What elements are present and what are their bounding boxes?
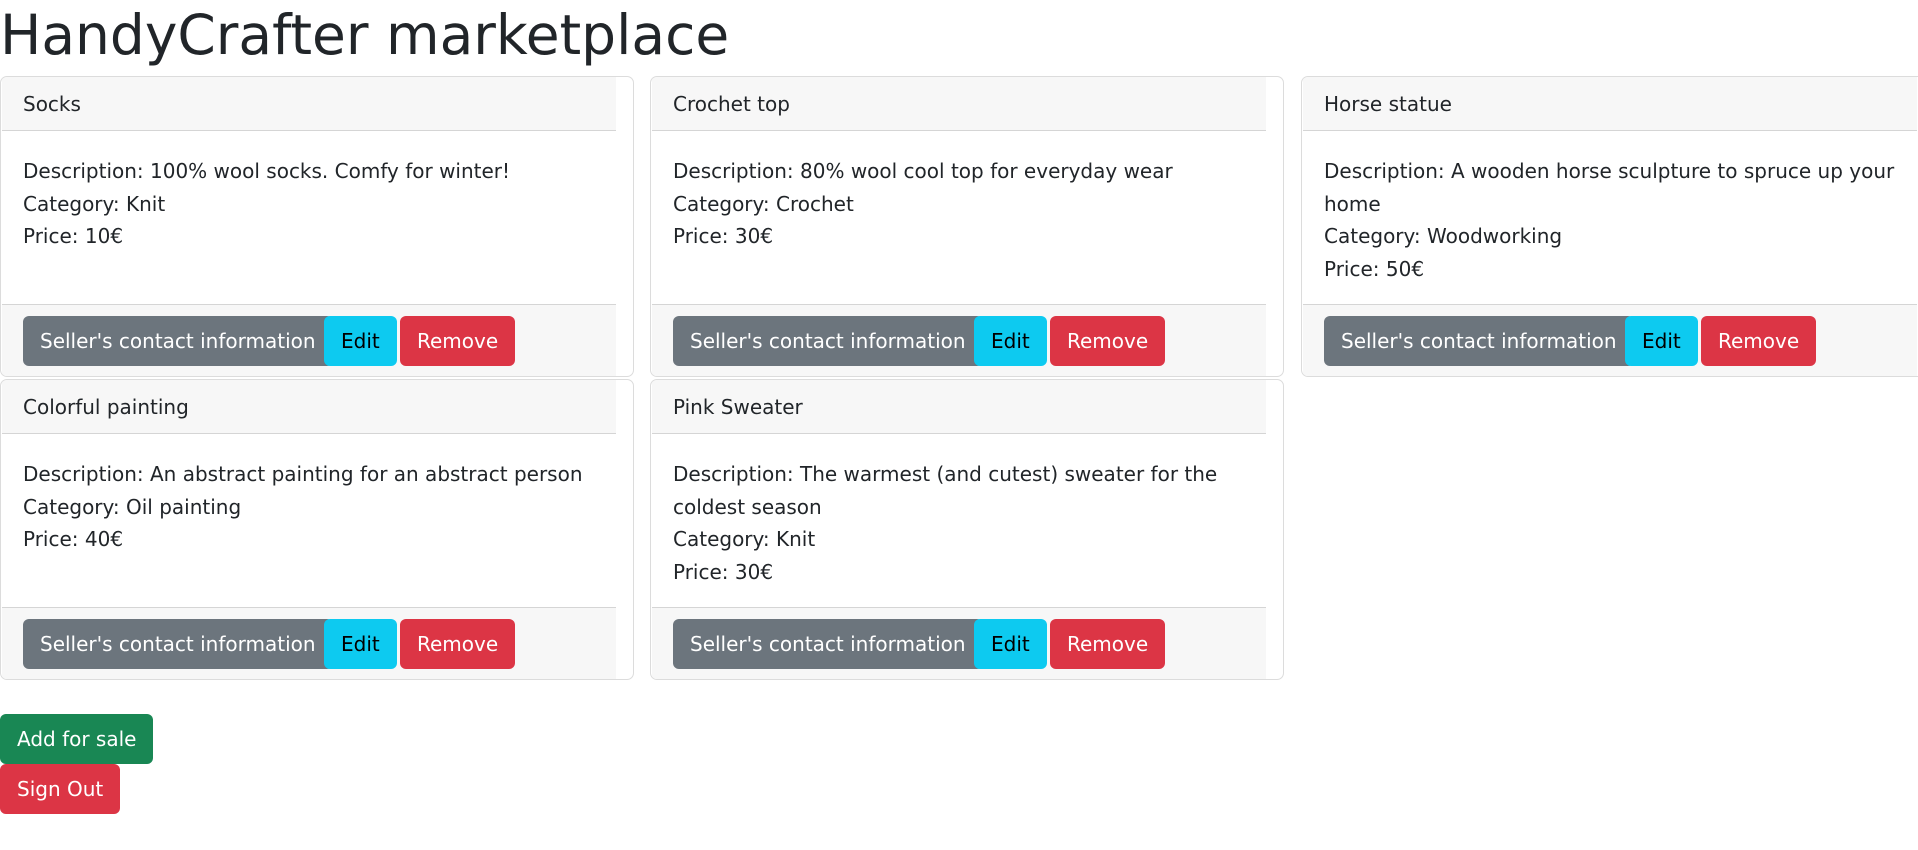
product-details: Description: The warmest (and cutest) sw… <box>673 458 1253 588</box>
product-card: Colorful painting Description: An abstra… <box>0 379 634 680</box>
product-description: Description: The warmest (and cutest) sw… <box>673 462 1218 519</box>
product-category: Category: Oil painting <box>23 494 242 519</box>
product-category: Category: Woodworking <box>1324 224 1563 248</box>
seller-contact-button[interactable]: Seller's contact information <box>673 316 983 366</box>
product-name: Socks <box>2 77 616 131</box>
product-price: Price: 40€ <box>23 527 124 551</box>
edit-button[interactable]: Edit <box>974 316 1047 366</box>
product-name: Pink Sweater <box>652 380 1266 434</box>
product-actions: Seller's contact information Edit Remove <box>652 304 1266 376</box>
page-title: HandyCrafter marketplace <box>0 3 730 67</box>
product-category: Category: Crochet <box>673 191 854 216</box>
product-actions: Seller's contact information Edit Remove <box>1303 304 1917 376</box>
product-price: Price: 50€ <box>1324 256 1425 281</box>
product-category: Category: Knit <box>23 191 166 216</box>
sign-out-button[interactable]: Sign Out <box>0 764 121 814</box>
product-price: Price: 30€ <box>673 559 774 584</box>
product-actions: Seller's contact information Edit Remove <box>2 607 616 679</box>
remove-button[interactable]: Remove <box>400 619 516 669</box>
product-card: Crochet top Description: 80% wool cool t… <box>650 76 1284 377</box>
seller-contact-button[interactable]: Seller's contact information <box>23 316 333 366</box>
product-category: Category: Knit <box>673 527 816 551</box>
product-card: Horse statue Description: A wooden horse… <box>1301 76 1918 377</box>
product-details: Description: 80% wool cool top for every… <box>673 155 1253 253</box>
add-for-sale-button[interactable]: Add for sale <box>0 714 154 764</box>
seller-contact-button[interactable]: Seller's contact information <box>23 619 333 669</box>
product-description: Description: An abstract painting for an… <box>23 462 583 486</box>
edit-button[interactable]: Edit <box>324 316 397 366</box>
product-description: Description: 100% wool socks. Comfy for … <box>23 159 511 183</box>
product-card: Pink Sweater Description: The warmest (a… <box>650 379 1284 680</box>
edit-button[interactable]: Edit <box>1625 316 1698 366</box>
product-description: Description: A wooden horse sculpture to… <box>1324 159 1895 216</box>
product-price: Price: 30€ <box>673 224 774 248</box>
product-price: Price: 10€ <box>23 224 124 248</box>
remove-button[interactable]: Remove <box>1050 619 1166 669</box>
remove-button[interactable]: Remove <box>1701 316 1817 366</box>
remove-button[interactable]: Remove <box>1050 316 1166 366</box>
seller-contact-button[interactable]: Seller's contact information <box>673 619 983 669</box>
edit-button[interactable]: Edit <box>324 619 397 669</box>
product-name: Crochet top <box>652 77 1266 131</box>
remove-button[interactable]: Remove <box>400 316 516 366</box>
product-actions: Seller's contact information Edit Remove <box>652 607 1266 679</box>
edit-button[interactable]: Edit <box>974 619 1047 669</box>
product-name: Colorful painting <box>2 380 616 434</box>
seller-contact-button[interactable]: Seller's contact information <box>1324 316 1634 366</box>
product-description: Description: 80% wool cool top for every… <box>673 159 1173 183</box>
product-details: Description: A wooden horse sculpture to… <box>1324 155 1904 285</box>
product-details: Description: An abstract painting for an… <box>23 458 603 556</box>
product-card: Socks Description: 100% wool socks. Comf… <box>0 76 634 377</box>
product-actions: Seller's contact information Edit Remove <box>2 304 616 376</box>
product-name: Horse statue <box>1303 77 1917 131</box>
product-details: Description: 100% wool socks. Comfy for … <box>23 155 603 253</box>
